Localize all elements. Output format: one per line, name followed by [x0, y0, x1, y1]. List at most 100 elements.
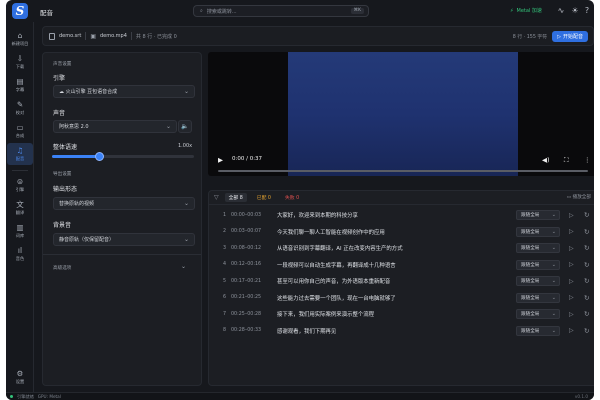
- output-label: 输出形态: [53, 186, 78, 193]
- volume-icon[interactable]: ◀): [542, 156, 550, 164]
- theme-toggle-icon[interactable]: ☀: [570, 5, 580, 15]
- sidebar-item-dubbing[interactable]: ♫ 配音: [7, 143, 33, 165]
- advanced-options-toggle[interactable]: 高级选项: [53, 265, 71, 271]
- engine-select-value: ☁ 火山引擎 豆包语音合成: [59, 89, 118, 95]
- row-text[interactable]: 今天我们聊一聊人工智能在视频创作中的应用: [277, 228, 385, 236]
- table-row[interactable]: 5 00:17–00:21 甚至可以用你自己的声音，为外语版本重新配音 跟随全局 ⌄ ▷ ↻: [209, 273, 594, 289]
- row-voice-label: 跟随全局: [521, 328, 540, 334]
- row-regenerate-icon[interactable]: ↻: [584, 211, 589, 219]
- fullscreen-icon[interactable]: ⛶: [564, 156, 569, 165]
- row-play-icon[interactable]: ▷: [569, 245, 574, 252]
- start-dubbing-button[interactable]: ▷ 开始配音: [552, 31, 588, 42]
- sidebar-item-label: 引擎: [15, 186, 25, 192]
- help-icon[interactable]: ?: [582, 5, 592, 15]
- play-all-button[interactable]: ▭ 播放全部: [567, 194, 591, 200]
- voice-select[interactable]: 阿秋意思 2.0 ⌄: [53, 120, 177, 133]
- row-voice-select[interactable]: 跟随全局 ⌄: [516, 309, 560, 319]
- row-voice-select[interactable]: 跟随全局 ⌄: [516, 325, 560, 336]
- row-regenerate-icon[interactable]: ↻: [584, 277, 589, 285]
- chevron-down-icon: ⌄: [165, 123, 171, 130]
- sidebar-item-voices[interactable]: ıl 音色: [7, 243, 33, 265]
- search-input[interactable]: ⌕ 搜索或跳转... ⌘K: [193, 5, 369, 17]
- row-text[interactable]: 从语音识别到字幕翻译，AI 正在改变内容生产的方式: [277, 244, 403, 252]
- row-play-icon[interactable]: ▷: [569, 212, 574, 219]
- sidebar-item-download[interactable]: ⇩ 下载: [7, 51, 33, 73]
- sidebar-item-label: 新建项目: [11, 40, 29, 46]
- play-icon[interactable]: ▶: [218, 156, 223, 164]
- table-row[interactable]: 8 00:28–00:33 感谢观看，我们下期再见 跟随全局 ⌄ ▷ ↻: [209, 323, 594, 339]
- row-play-icon[interactable]: ▷: [569, 311, 574, 318]
- speed-slider-knob[interactable]: [94, 152, 104, 161]
- row-play-icon[interactable]: ▷: [569, 327, 574, 334]
- table-row[interactable]: 7 00:25–00:28 接下来，我们用实际案例来演示整个流程 跟随全局 ⌄ ▷ ↻: [209, 306, 594, 322]
- sidebar-item-label: 词库: [15, 232, 25, 238]
- row-regenerate-icon[interactable]: ↻: [584, 244, 589, 252]
- sidebar-item-new-project[interactable]: ⌂ 新建项目: [7, 28, 33, 50]
- row-text[interactable]: 甚至可以用你自己的声音，为外语版本重新配音: [277, 277, 390, 285]
- row-voice-select[interactable]: 跟随全局 ⌄: [516, 210, 560, 220]
- row-play-icon[interactable]: ▷: [569, 278, 574, 285]
- speed-label: 整体语速: [53, 144, 78, 151]
- video-player[interactable]: ▶ 0:00 / 0:37 ◀) ⛶ ⋮: [208, 52, 594, 176]
- sidebar-item-label: 设置: [15, 378, 25, 384]
- row-regenerate-icon[interactable]: ↻: [584, 310, 589, 318]
- row-voice-label: 跟随全局: [521, 295, 540, 301]
- row-regenerate-icon[interactable]: ↻: [584, 228, 589, 236]
- sidebar-item-glossary[interactable]: ▥ 词库: [7, 220, 33, 242]
- row-play-icon[interactable]: ▷: [569, 228, 574, 235]
- row-regenerate-icon[interactable]: ↻: [584, 261, 589, 269]
- row-voice-select[interactable]: 跟随全局 ⌄: [516, 259, 560, 270]
- activity-icon[interactable]: ∿: [556, 5, 566, 15]
- row-text[interactable]: 感谢观看，我们下期再见: [277, 327, 336, 335]
- filter-all[interactable]: 全部 8: [224, 193, 247, 202]
- row-regenerate-icon[interactable]: ↻: [584, 294, 589, 302]
- table-row[interactable]: 1 00:00–00:03 大家好，欢迎来到本期的科技分享 跟随全局 ⌄ ▷ ↻: [209, 207, 594, 223]
- row-voice-select[interactable]: 跟随全局 ⌄: [516, 292, 560, 303]
- filter-dubbed[interactable]: 已配 0: [253, 193, 275, 202]
- row-text[interactable]: 大家好，欢迎来到本期的科技分享: [277, 211, 358, 219]
- row-regenerate-icon[interactable]: ↻: [584, 327, 589, 335]
- home-icon: ⌂: [17, 30, 23, 40]
- row-play-icon[interactable]: ▷: [569, 294, 574, 301]
- engine-select[interactable]: ☁ 火山引擎 豆包语音合成 ⌄: [53, 85, 195, 98]
- section-title-voice: 声音设置: [53, 62, 72, 67]
- version-text: v0.1.0: [574, 394, 588, 399]
- preview-voice-button[interactable]: 🔈: [178, 120, 192, 133]
- row-text[interactable]: 这些能力过去需要一个团队，现在一台电脑就够了: [277, 294, 396, 302]
- video-file-name[interactable]: demo.mp4: [100, 33, 127, 39]
- row-voice-select[interactable]: 跟随全局 ⌄: [516, 243, 560, 253]
- subtitle-file-name[interactable]: demo.srt: [59, 33, 81, 39]
- subtitle-icon: ▤: [16, 76, 24, 86]
- table-row[interactable]: 2 00:03–00:07 今天我们聊一聊人工智能在视频创作中的应用 跟随全局 ⌄ ▷ ↻: [209, 224, 594, 240]
- sidebar-item-proofread[interactable]: ✎ 校对: [7, 97, 33, 119]
- table-row[interactable]: 3 00:08–00:12 从语音识别到字幕翻译，AI 正在改变内容生产的方式 跟随全…: [209, 240, 594, 256]
- sidebar-item-engine[interactable]: ⊜ 引擎: [7, 174, 33, 196]
- title-bar: S 配音 ⌕ 搜索或跳转... ⌘K ⚡ Metal 加速 ∿ ☀ ?: [6, 0, 594, 22]
- row-time: 00:25–00:28: [231, 311, 262, 317]
- sidebar-item-label: 配音: [15, 155, 25, 161]
- filter-failed[interactable]: 失败 0: [281, 193, 303, 202]
- search-icon: ⌕: [200, 8, 203, 14]
- row-voice-select[interactable]: 跟随全局 ⌄: [516, 226, 560, 237]
- more-options-icon[interactable]: ⋮: [584, 156, 591, 164]
- table-row[interactable]: 4 00:12–00:16 一段视频可以自动生成字幕，再翻译成十几种语言 跟随全局 ⌄ ▷…: [209, 257, 594, 273]
- volume-icon: 🔈: [181, 123, 189, 130]
- sidebar-item-translate[interactable]: 文 翻译: [7, 197, 33, 219]
- chevron-down-icon[interactable]: ⌄: [181, 263, 186, 270]
- output-select[interactable]: 替换原轨的视频 ⌄: [53, 197, 195, 210]
- sidebar-item-subtitle[interactable]: ▤ 字幕: [7, 74, 33, 96]
- table-row[interactable]: 6 00:21–00:25 这些能力过去需要一个团队，现在一台电脑就够了 跟随全局 ⌄ ▷…: [209, 290, 594, 306]
- video-progress[interactable]: [218, 170, 588, 172]
- speed-slider[interactable]: [52, 152, 194, 161]
- voice-label: 声音: [53, 110, 66, 117]
- row-text[interactable]: 一段视频可以自动生成字幕，再翻译成十几种语言: [277, 261, 396, 269]
- row-play-icon[interactable]: ▷: [569, 261, 574, 268]
- sidebar-item-compose[interactable]: ▭ 合成: [7, 120, 33, 142]
- metal-label: Metal 加速: [516, 8, 542, 14]
- row-text[interactable]: 接下来，我们用实际案例来演示整个流程: [277, 310, 374, 318]
- sidebar-item-settings[interactable]: ⚙ 设置: [7, 366, 33, 388]
- status-text: 引擎就绪: [17, 393, 34, 399]
- file-meta: 共 8 行 · 已完成 0: [135, 33, 177, 40]
- bgm-select[interactable]: 静音原轨（仅保留配音） ⌄: [53, 233, 195, 246]
- row-voice-select[interactable]: 跟随全局 ⌄: [516, 276, 560, 286]
